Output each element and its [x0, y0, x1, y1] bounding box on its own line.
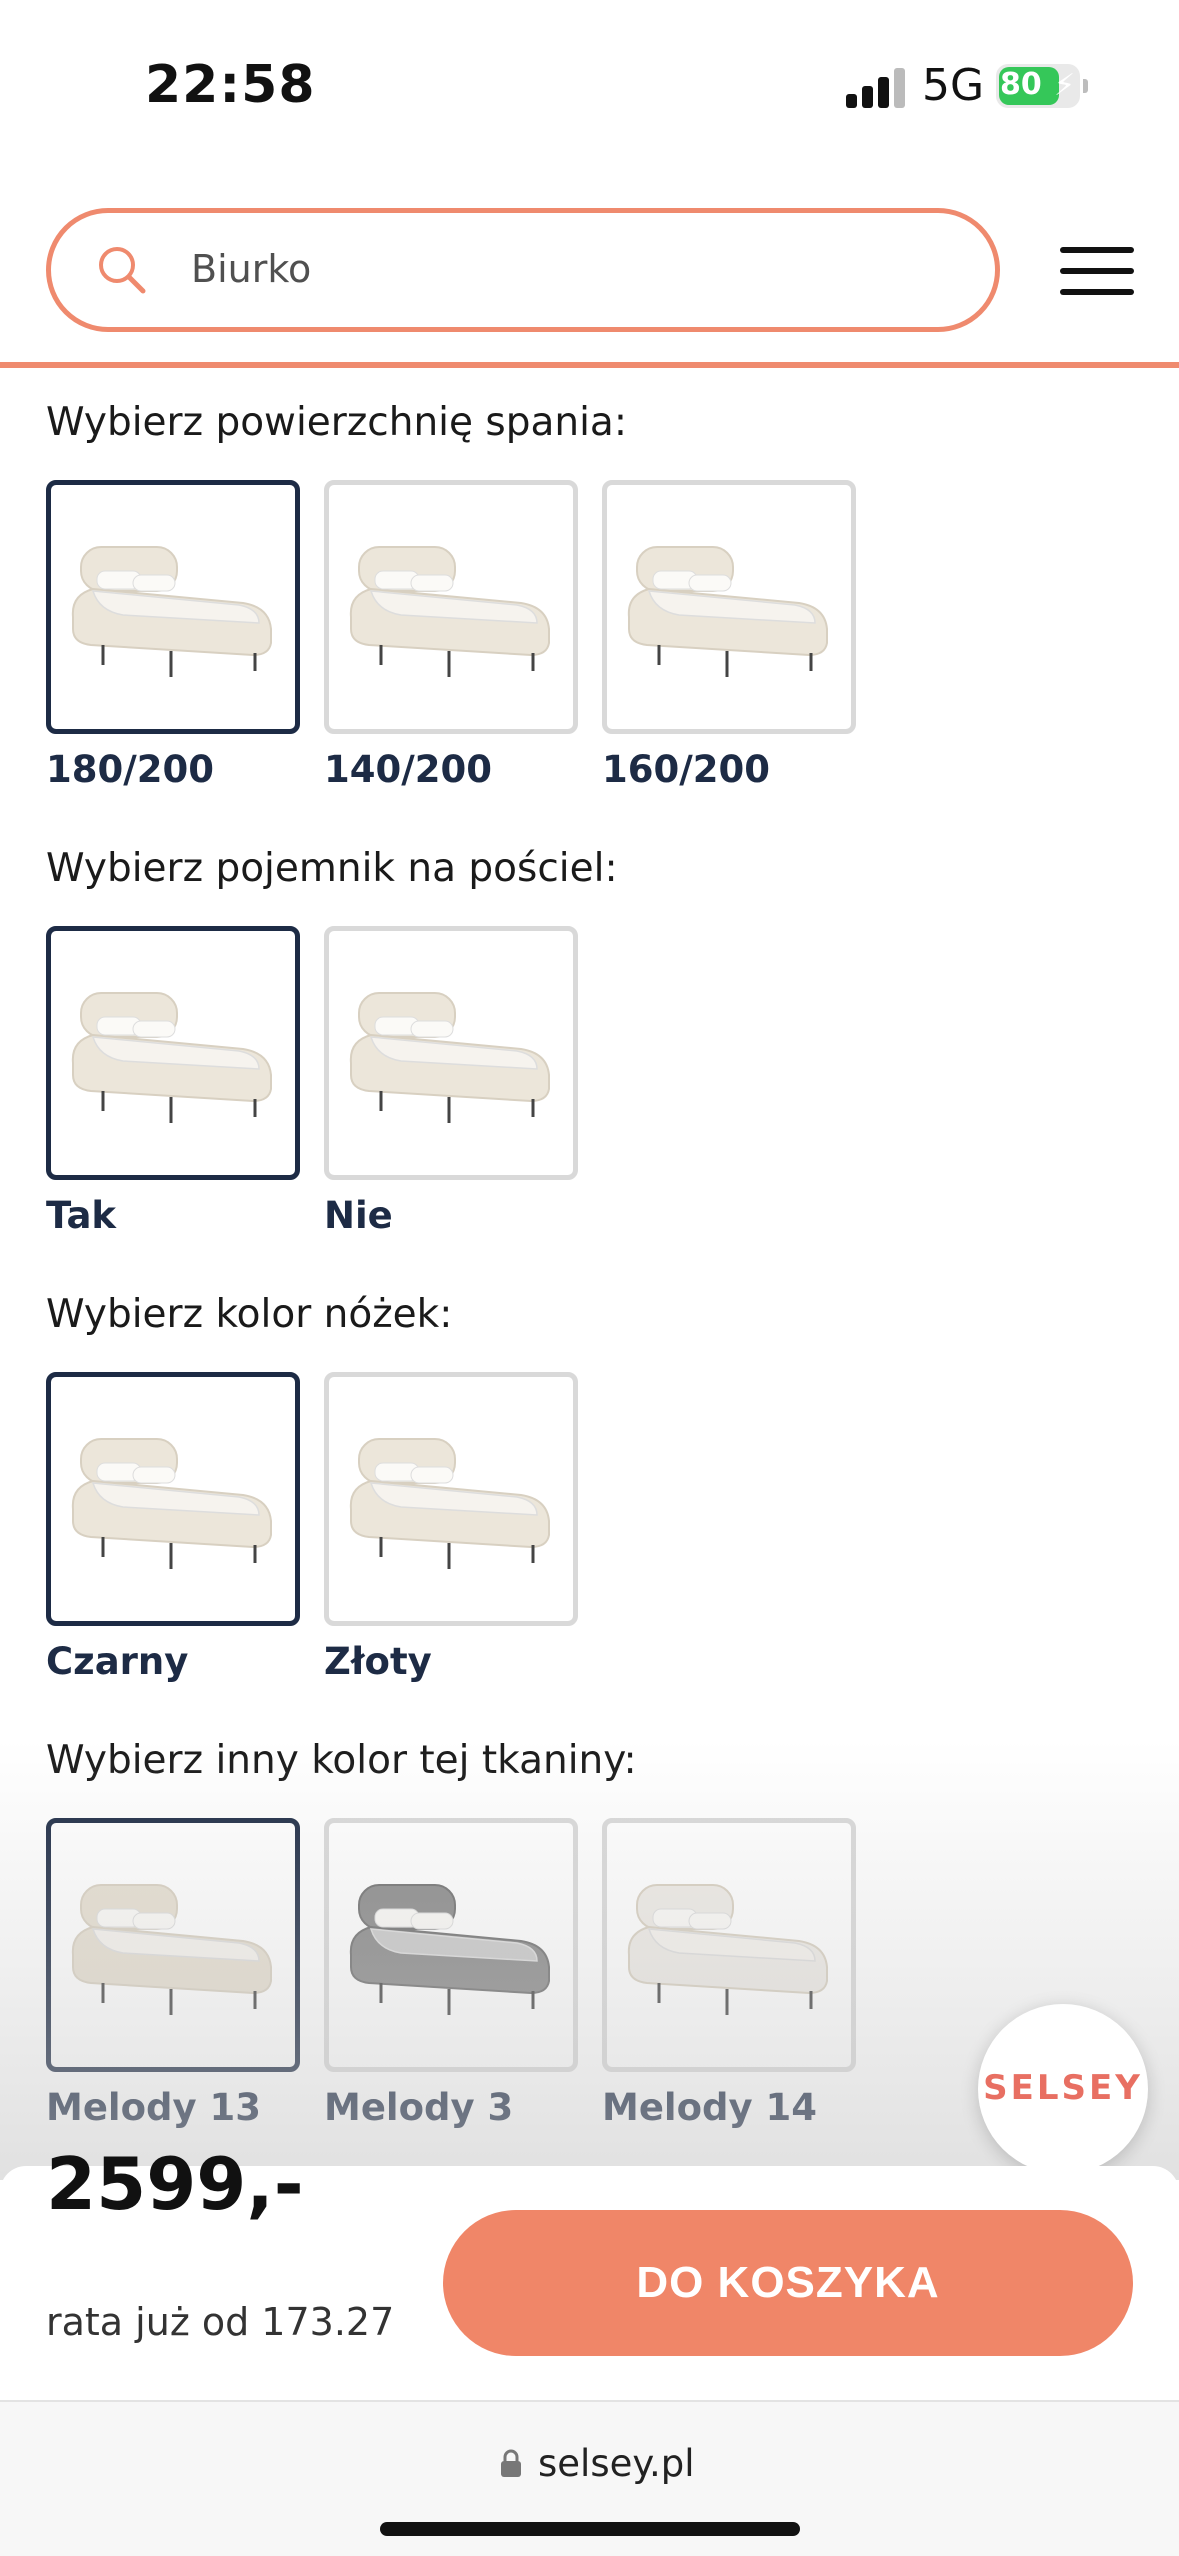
installment-info: rata już od 173.27	[46, 2300, 395, 2344]
section-title: Wybierz kolor nóżek:	[46, 1292, 453, 1337]
network-type: 5G	[922, 60, 985, 111]
bed-thumbnail-icon	[349, 546, 550, 677]
option-tile[interactable]	[46, 1372, 300, 1626]
home-indicator[interactable]	[380, 2522, 800, 2536]
option-label[interactable]: Czarny	[46, 1640, 188, 1683]
option-label[interactable]: 140/200	[324, 748, 492, 791]
bed-thumbnail-icon	[349, 1884, 550, 2015]
bed-thumbnail-icon	[71, 546, 272, 677]
option-label[interactable]: Tak	[46, 1194, 116, 1237]
section-title: Wybierz inny kolor tej tkaniny:	[46, 1738, 637, 1783]
option-label[interactable]: 180/200	[46, 748, 214, 791]
section-title: Wybierz pojemnik na pościel:	[46, 846, 618, 891]
add-to-cart-button[interactable]: DO KOSZYKA	[443, 2210, 1133, 2356]
bed-thumbnail-icon	[627, 546, 828, 677]
bed-thumbnail-icon	[71, 992, 272, 1123]
bed-thumbnail-icon	[71, 1884, 272, 2015]
option-tile[interactable]	[602, 480, 856, 734]
battery-icon: 80 ⚡	[996, 64, 1088, 108]
search-icon	[99, 247, 146, 294]
status-bar: 22:58 5G 80 ⚡	[0, 0, 1179, 170]
option-label[interactable]: Melody 3	[324, 2086, 513, 2129]
battery-level: 80	[1000, 67, 1042, 102]
bed-thumbnail-icon	[349, 1438, 550, 1569]
bed-thumbnail-icon	[627, 1884, 828, 2015]
header-divider	[0, 362, 1179, 368]
selsey-chat-bubble[interactable]: SELSEY	[978, 2004, 1148, 2174]
search-bar[interactable]: Biurko	[46, 208, 1000, 332]
option-tile[interactable]	[324, 1818, 578, 2072]
option-label[interactable]: Melody 13	[46, 2086, 261, 2129]
option-tile[interactable]	[46, 1818, 300, 2072]
bed-thumbnail-icon	[349, 992, 550, 1123]
bed-thumbnail-icon	[71, 1438, 272, 1569]
option-label[interactable]: Melody 14	[602, 2086, 817, 2129]
selsey-logo: SELSEY	[983, 2068, 1143, 2108]
browser-url-bar[interactable]: selsey.pl	[0, 2400, 1179, 2556]
option-label[interactable]: 160/200	[602, 748, 770, 791]
hamburger-menu-icon[interactable]	[1060, 247, 1134, 295]
add-to-cart-label: DO KOSZYKA	[636, 2258, 940, 2307]
option-tile[interactable]	[324, 480, 578, 734]
option-label[interactable]: Złoty	[324, 1640, 432, 1683]
option-tile[interactable]	[324, 926, 578, 1180]
search-input[interactable]: Biurko	[191, 247, 311, 291]
option-tile[interactable]	[46, 926, 300, 1180]
signal-icon	[846, 66, 906, 108]
option-tile[interactable]	[324, 1372, 578, 1626]
section-title: Wybierz powierzchnię spania:	[46, 400, 627, 445]
url-text[interactable]: selsey.pl	[538, 2442, 695, 2485]
lock-icon	[501, 2449, 521, 2477]
option-tile[interactable]	[46, 480, 300, 734]
option-tile[interactable]	[602, 1818, 856, 2072]
option-label[interactable]: Nie	[324, 1194, 393, 1237]
status-time: 22:58	[145, 55, 316, 115]
product-price: 2599,-	[46, 2142, 304, 2226]
